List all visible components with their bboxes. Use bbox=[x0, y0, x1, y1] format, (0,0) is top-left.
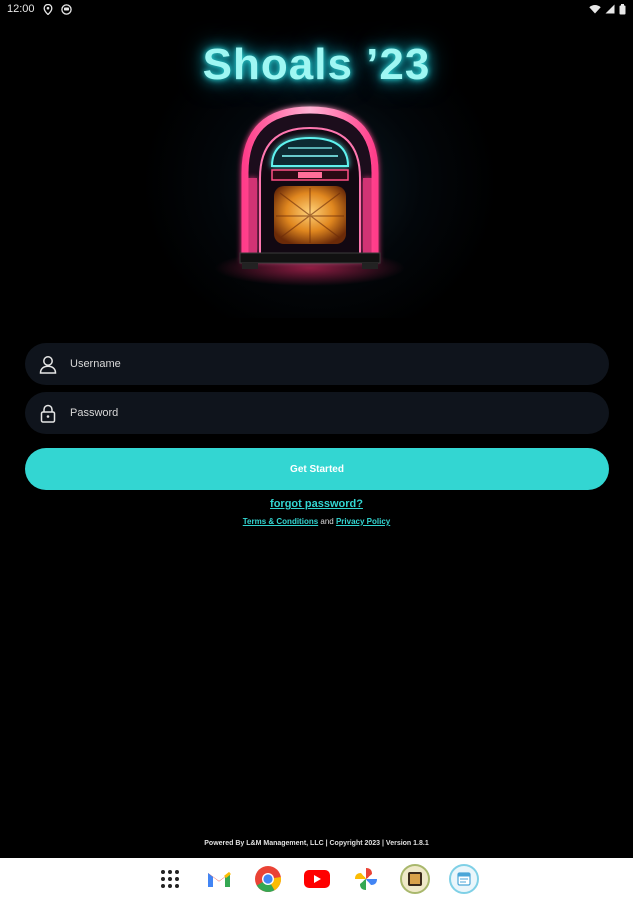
footer-copyright: Powered By L&M Management, LLC | Copyrig… bbox=[204, 840, 429, 847]
lock-icon bbox=[37, 402, 59, 424]
password-input[interactable] bbox=[59, 391, 609, 435]
forgot-password-link[interactable]: forgot password? bbox=[270, 498, 363, 510]
privacy-link[interactable]: Privacy Policy bbox=[336, 517, 390, 526]
status-time: 12:00 bbox=[7, 3, 35, 15]
hero-banner: Shoals ’23 bbox=[0, 18, 633, 318]
location-icon bbox=[43, 3, 53, 15]
gmail-icon[interactable] bbox=[203, 863, 235, 895]
battery-icon bbox=[619, 3, 626, 15]
app-title: Shoals ’23 bbox=[202, 40, 431, 89]
get-started-button[interactable]: Get Started bbox=[25, 448, 609, 490]
user-icon bbox=[37, 353, 59, 375]
forgot-password-container: forgot password? bbox=[0, 494, 633, 512]
app-drawer-icon[interactable] bbox=[154, 863, 186, 895]
chrome-icon[interactable] bbox=[252, 863, 284, 895]
legal-and-text: and bbox=[318, 517, 336, 526]
wifi-icon bbox=[589, 4, 601, 14]
youtube-icon[interactable] bbox=[301, 863, 333, 895]
password-field[interactable] bbox=[25, 391, 609, 435]
photos-icon[interactable] bbox=[350, 863, 382, 895]
calendar-icon[interactable] bbox=[448, 863, 480, 895]
signal-icon bbox=[605, 4, 615, 14]
gallery-icon[interactable] bbox=[399, 863, 431, 895]
notification-icon bbox=[60, 3, 72, 15]
username-input[interactable] bbox=[59, 342, 609, 386]
username-field[interactable] bbox=[25, 342, 609, 386]
jukebox-illustration bbox=[215, 106, 405, 286]
status-bar: 12:00 bbox=[0, 0, 633, 18]
legal-links: Terms & Conditions and Privacy Policy bbox=[0, 517, 633, 526]
terms-link[interactable]: Terms & Conditions bbox=[243, 517, 318, 526]
login-screen: 12:00 Shoals ’23 Username Get Started fo… bbox=[0, 0, 633, 900]
taskbar-dock bbox=[0, 858, 633, 900]
